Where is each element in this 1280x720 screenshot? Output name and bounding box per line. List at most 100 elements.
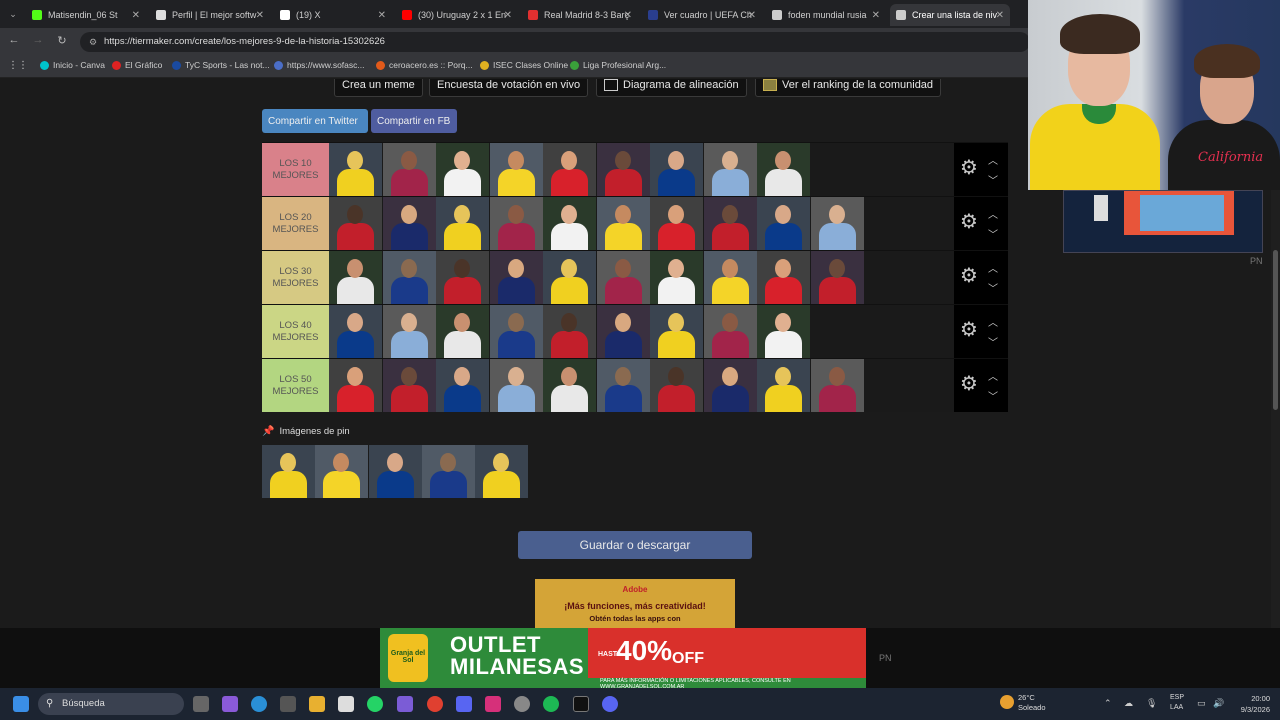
meme-button[interactable]: Crea un meme [334,79,423,97]
browser-tab[interactable]: foden mundial rusia ✕ [766,4,886,26]
player-image[interactable] [543,359,596,412]
player-image[interactable] [757,197,810,250]
close-tab-icon[interactable]: ✕ [624,10,632,21]
lineup-button[interactable]: Diagrama de alineación [596,79,747,97]
player-image[interactable] [543,143,596,196]
discord-2-icon[interactable] [602,696,618,712]
player-image[interactable] [382,305,436,358]
player-image[interactable] [436,197,489,250]
player-image[interactable] [543,197,596,250]
x-icon[interactable] [573,696,589,712]
gear-icon[interactable]: ⚙ [958,157,980,179]
player-image[interactable] [436,143,489,196]
player-image[interactable] [315,445,369,498]
gear-icon[interactable]: ⚙ [958,211,980,233]
player-image[interactable] [703,251,757,304]
move-up-icon[interactable]: ︿ [986,260,1000,275]
player-image[interactable] [703,143,757,196]
tier-label[interactable]: LOS 40 MEJORES [262,305,329,358]
bookmark-item[interactable]: Inicio - Canva [40,60,105,70]
tier-label[interactable]: LOS 20 MEJORES [262,197,329,250]
player-image[interactable] [489,359,543,412]
browser-tab[interactable]: Ver cuadro | UEFA Ch ✕ [642,4,762,26]
copilot-icon[interactable] [222,696,238,712]
address-bar[interactable]: ⚙ https://tiermaker.com/create/los-mejor… [80,32,1030,52]
player-image[interactable] [382,143,436,196]
move-up-icon[interactable]: ︿ [986,152,1000,167]
player-image[interactable] [650,197,703,250]
player-image[interactable] [703,197,757,250]
gear-icon[interactable]: ⚙ [958,319,980,341]
browser-tab[interactable]: (19) X ✕ [274,4,392,26]
player-image[interactable] [810,359,864,412]
player-image[interactable] [543,305,596,358]
move-up-icon[interactable]: ︿ [986,368,1000,383]
gear-icon[interactable]: ⚙ [958,265,980,287]
browser-tab[interactable]: Perfil | El mejor softw ✕ [150,4,270,26]
taskbar-search[interactable]: ⚲ Búsqueda [38,693,184,715]
move-down-icon[interactable]: ﹀ [986,280,1000,295]
chrome-icon[interactable] [427,696,443,712]
player-image[interactable] [650,305,703,358]
player-image[interactable] [436,251,489,304]
player-image[interactable] [382,359,436,412]
player-image[interactable] [757,305,810,358]
move-down-icon[interactable]: ﹀ [986,334,1000,349]
forward-icon[interactable]: → [30,34,46,46]
player-image[interactable] [757,359,810,412]
player-image[interactable] [489,251,543,304]
player-image[interactable] [703,305,757,358]
player-image[interactable] [436,359,489,412]
word-icon[interactable] [338,696,354,712]
move-up-icon[interactable]: ︿ [986,206,1000,221]
share-twitter-button[interactable]: Compartir en Twitter [262,109,368,133]
bookmark-item[interactable]: ceroacero.es :: Porq... [376,60,473,70]
player-image[interactable] [543,251,596,304]
player-image[interactable] [650,359,703,412]
obs-icon[interactable] [514,696,530,712]
move-up-icon[interactable]: ︿ [986,314,1000,329]
move-down-icon[interactable]: ﹀ [986,226,1000,241]
close-tab-icon[interactable]: ✕ [996,10,1004,21]
player-image[interactable] [596,305,650,358]
bookmark-item[interactable]: El Gráfico [112,60,162,70]
player-image[interactable] [650,143,703,196]
close-tab-icon[interactable]: ✕ [504,10,512,21]
player-image[interactable] [596,359,650,412]
weather-widget[interactable]: 26°C Soleado [1000,693,1046,713]
share-fb-button[interactable]: Compartir en FB [371,109,457,133]
player-image[interactable] [329,143,382,196]
move-down-icon[interactable]: ﹀ [986,388,1000,403]
player-image[interactable] [436,305,489,358]
player-image[interactable] [757,251,810,304]
player-image[interactable] [489,143,543,196]
player-image[interactable] [329,305,382,358]
close-tab-icon[interactable]: ✕ [378,10,386,21]
player-image[interactable] [596,143,650,196]
player-image[interactable] [596,197,650,250]
site-info-icon[interactable]: ⚙ [89,32,97,52]
windows-start-icon[interactable] [13,696,29,712]
task-view-icon[interactable] [193,696,209,712]
player-image[interactable] [810,251,864,304]
bookmark-item[interactable]: https://www.sofasc... [274,60,364,70]
language-indicator[interactable]: ESP LAA [1170,693,1184,713]
save-download-button[interactable]: Guardar o descargar [518,531,752,559]
edge-icon[interactable] [251,696,267,712]
close-tab-icon[interactable]: ✕ [872,10,880,21]
player-image[interactable] [329,251,382,304]
player-image[interactable] [650,251,703,304]
tier-label[interactable]: LOS 50 MEJORES [262,359,329,412]
app-icon[interactable] [397,696,413,712]
browser-tab[interactable]: Matisendin_06 St ✕ [26,4,146,26]
player-image[interactable] [810,197,864,250]
close-tab-icon[interactable]: ✕ [748,10,756,21]
bookmark-item[interactable]: TyC Sports - Las not... [172,60,270,70]
reload-icon[interactable]: ↻ [54,34,70,47]
player-image[interactable] [262,445,315,498]
ranking-button[interactable]: Ver el ranking de la comunidad [755,79,942,97]
player-image[interactable] [475,445,529,498]
store-icon[interactable] [280,696,296,712]
player-image[interactable] [703,359,757,412]
player-image[interactable] [368,445,422,498]
